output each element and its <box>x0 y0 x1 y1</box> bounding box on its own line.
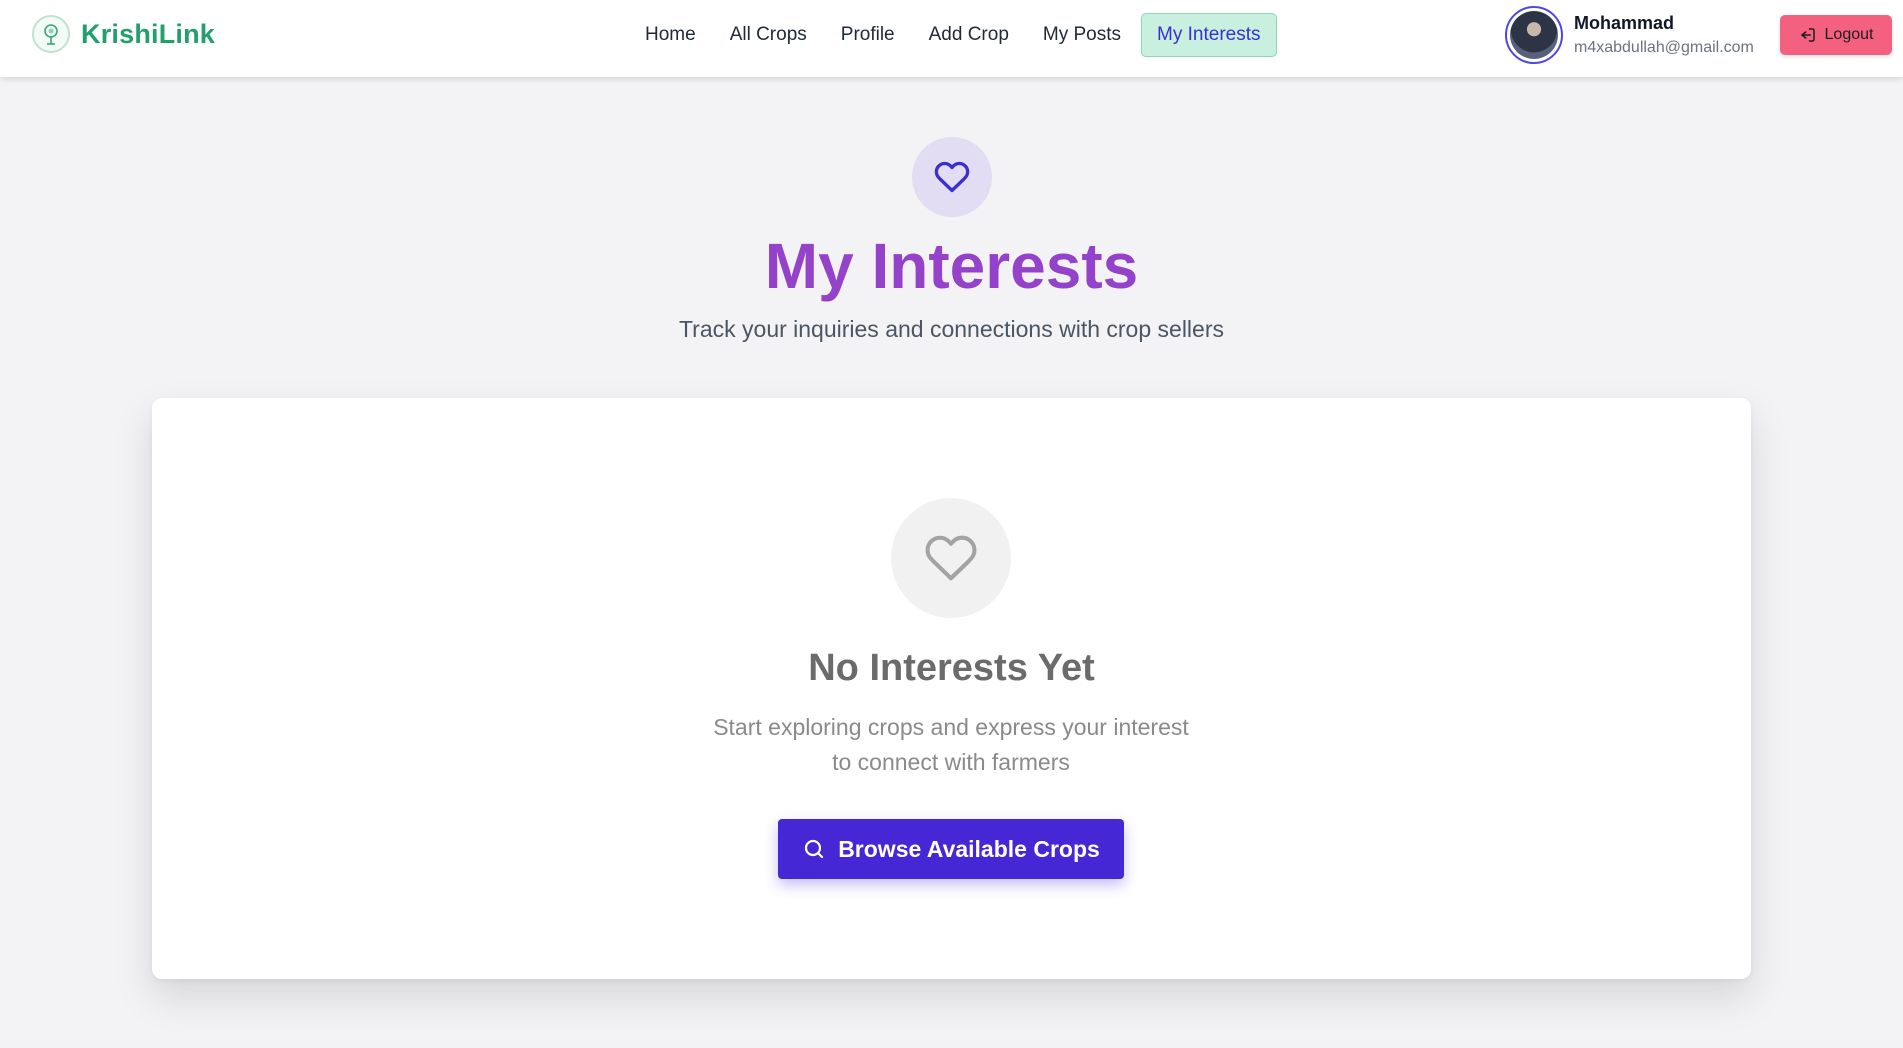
avatar[interactable] <box>1505 6 1563 64</box>
search-icon <box>805 839 824 859</box>
interests-card: No Interests Yet Start exploring crops a… <box>152 398 1751 979</box>
tree-logo-icon <box>32 15 70 53</box>
nav-my-interests[interactable]: My Interests <box>1141 13 1277 57</box>
logout-button[interactable]: Logout <box>1780 15 1892 55</box>
empty-state-description: Start exploring crops and express your i… <box>713 714 1189 775</box>
browse-crops-label: Browse Available Crops <box>838 835 1100 862</box>
main-nav: Home All Crops Profile Add Crop My Posts… <box>628 13 1277 57</box>
nav-home[interactable]: Home <box>628 14 713 56</box>
top-navbar: KrishiLink Home All Crops Profile Add Cr… <box>0 0 1903 77</box>
page-subtitle: Track your inquiries and connections wit… <box>678 316 1224 342</box>
user-email: m4xabdullah@gmail.com <box>1574 38 1754 56</box>
nav-my-posts[interactable]: My Posts <box>1026 14 1138 56</box>
avatar-image <box>1510 11 1558 59</box>
brand-name: KrishiLink <box>81 18 216 49</box>
user-info: Mohammad m4xabdullah@gmail.com <box>1505 6 1754 64</box>
empty-state-title: No Interests Yet <box>808 647 1095 689</box>
brand[interactable]: KrishiLink <box>32 15 215 53</box>
heart-icon <box>912 137 992 217</box>
nav-add-crop[interactable]: Add Crop <box>912 14 1026 56</box>
user-name: Mohammad <box>1574 13 1675 34</box>
page-title: My Interests <box>764 230 1139 302</box>
logout-label: Logout <box>1824 26 1874 43</box>
nav-all-crops[interactable]: All Crops <box>713 14 824 56</box>
user-text: Mohammad m4xabdullah@gmail.com <box>1574 13 1754 57</box>
logout-icon <box>1800 28 1815 42</box>
heart-outline-icon <box>891 498 1011 618</box>
nav-profile[interactable]: Profile <box>824 14 912 56</box>
browse-crops-button[interactable]: Browse Available Crops <box>778 819 1124 879</box>
